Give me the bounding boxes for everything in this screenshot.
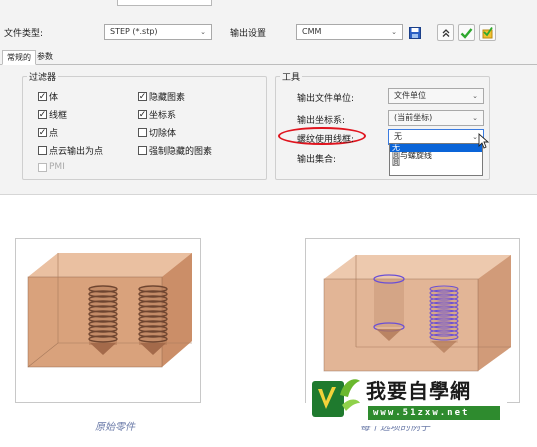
checkbox-hidden-entities[interactable]: ✓ 隐藏图素 xyxy=(138,90,185,103)
checkbox-wireframe[interactable]: ✓ 线框 xyxy=(38,108,67,121)
checkbox-pmi: PMI xyxy=(38,162,65,172)
double-chevron-up-icon xyxy=(442,28,449,37)
checkbox-label: 隐藏图素 xyxy=(149,93,186,103)
checkbox-point-cloud[interactable]: 点云输出为点 xyxy=(38,144,103,157)
checkbox-checked-icon: ✓ xyxy=(138,91,147,102)
file-type-label: 文件类型: xyxy=(4,29,44,39)
file-type-row: 文件类型: STEP (*.stp) ⌄ 输出设置 CMM ⌄ xyxy=(0,22,537,44)
chevron-down-icon: ⌄ xyxy=(200,28,206,36)
checkbox-label: 体 xyxy=(49,93,59,103)
checkbox-checked-icon: ✓ xyxy=(38,91,47,102)
mouse-cursor-icon xyxy=(478,133,490,149)
checkbox-cut-body[interactable]: 切除体 xyxy=(138,126,176,139)
circle-wireframe-hole xyxy=(373,274,405,341)
checkbox-coordinate-system[interactable]: ✓ 坐标系 xyxy=(138,108,176,121)
file-type-select[interactable]: STEP (*.stp) ⌄ xyxy=(104,24,212,40)
output-unit-label: 输出文件单位: xyxy=(297,94,355,104)
checkbox-empty-icon xyxy=(138,128,147,137)
helix-wireframe-hole xyxy=(429,285,459,353)
checkbox-empty-icon xyxy=(138,146,147,155)
save-settings-button[interactable] xyxy=(406,24,423,41)
output-coord-value: (当前坐标) xyxy=(394,113,433,122)
checkbox-empty-icon xyxy=(38,162,47,172)
thread-options-list: 无 圆与螺旋线 圆 xyxy=(389,143,483,176)
output-unit-select[interactable]: 文件单位 ⌄ xyxy=(388,88,484,104)
chevron-down-icon: ⌄ xyxy=(391,28,397,36)
threaded-hole-right xyxy=(138,285,168,355)
output-settings-value: CMM xyxy=(302,27,322,36)
collapse-button[interactable] xyxy=(437,24,454,41)
checkbox-label: 切除体 xyxy=(149,129,177,139)
checkbox-body[interactable]: ✓ 体 xyxy=(38,90,58,103)
caption-original-part: 原始零件 xyxy=(95,422,135,433)
tab-bar: 常规的 参数 xyxy=(0,50,537,65)
checkbox-point[interactable]: ✓ 点 xyxy=(38,126,58,139)
checkbox-empty-icon xyxy=(38,146,47,155)
checkbox-label: 线框 xyxy=(49,111,68,121)
help-icon xyxy=(482,27,493,39)
filter-group-title: 过滤器 xyxy=(27,70,59,83)
output-coord-label: 输出坐标系: xyxy=(297,116,346,126)
watermark-url: www.51zxw.net xyxy=(368,406,500,420)
dropdown-option[interactable]: 圆 xyxy=(390,159,482,167)
file-type-value: STEP (*.stp) xyxy=(110,27,158,36)
checkbox-label: 强制隐藏的图素 xyxy=(149,147,213,157)
checkbox-label: 坐标系 xyxy=(149,111,177,121)
output-unit-value: 文件单位 xyxy=(394,91,426,100)
checkbox-checked-icon: ✓ xyxy=(38,127,47,138)
checkbox-label: 点云输出为点 xyxy=(49,147,104,157)
dropdown-option[interactable]: 无 xyxy=(390,144,482,152)
ok-button[interactable] xyxy=(458,24,475,41)
chevron-down-icon: ⌄ xyxy=(472,114,478,122)
thread-wireframe-label: 螺纹使用线框: xyxy=(297,135,355,145)
checkbox-label: 点 xyxy=(49,129,59,139)
watermark-title: 我要自學網 xyxy=(366,379,471,403)
tools-group-title: 工具 xyxy=(280,70,303,83)
site-watermark: 我要自學網 www.51zxw.net xyxy=(306,372,507,426)
threaded-hole-left xyxy=(88,285,118,355)
top-field-stub xyxy=(117,0,212,6)
chevron-down-icon: ⌄ xyxy=(472,92,478,100)
output-settings-select[interactable]: CMM ⌄ xyxy=(296,24,403,40)
tab-general[interactable]: 常规的 xyxy=(2,50,36,65)
output-settings-label: 输出设置 xyxy=(230,29,267,39)
original-part-frame xyxy=(15,238,201,403)
original-part-image xyxy=(27,253,192,368)
checkbox-checked-icon: ✓ xyxy=(38,109,47,120)
thread-wireframe-value: 无 xyxy=(394,132,402,141)
checkbox-checked-icon: ✓ xyxy=(138,109,147,120)
export-dialog: 文件类型: STEP (*.stp) ⌄ 输出设置 CMM ⌄ 常规的 参数 过… xyxy=(0,0,537,195)
checkmark-icon xyxy=(460,27,473,39)
checkbox-force-hidden[interactable]: 强制隐藏的图素 xyxy=(138,144,212,157)
help-button[interactable] xyxy=(479,24,496,41)
watermark-logo-icon xyxy=(312,379,360,417)
output-coord-select[interactable]: (当前坐标) ⌄ xyxy=(388,110,484,126)
output-set-label: 输出集合: xyxy=(297,155,337,165)
tab-parameters[interactable]: 参数 xyxy=(33,50,57,65)
save-icon xyxy=(408,26,421,39)
dropdown-option[interactable]: 圆与螺旋线 xyxy=(390,152,482,160)
checkbox-label: PMI xyxy=(49,162,65,172)
